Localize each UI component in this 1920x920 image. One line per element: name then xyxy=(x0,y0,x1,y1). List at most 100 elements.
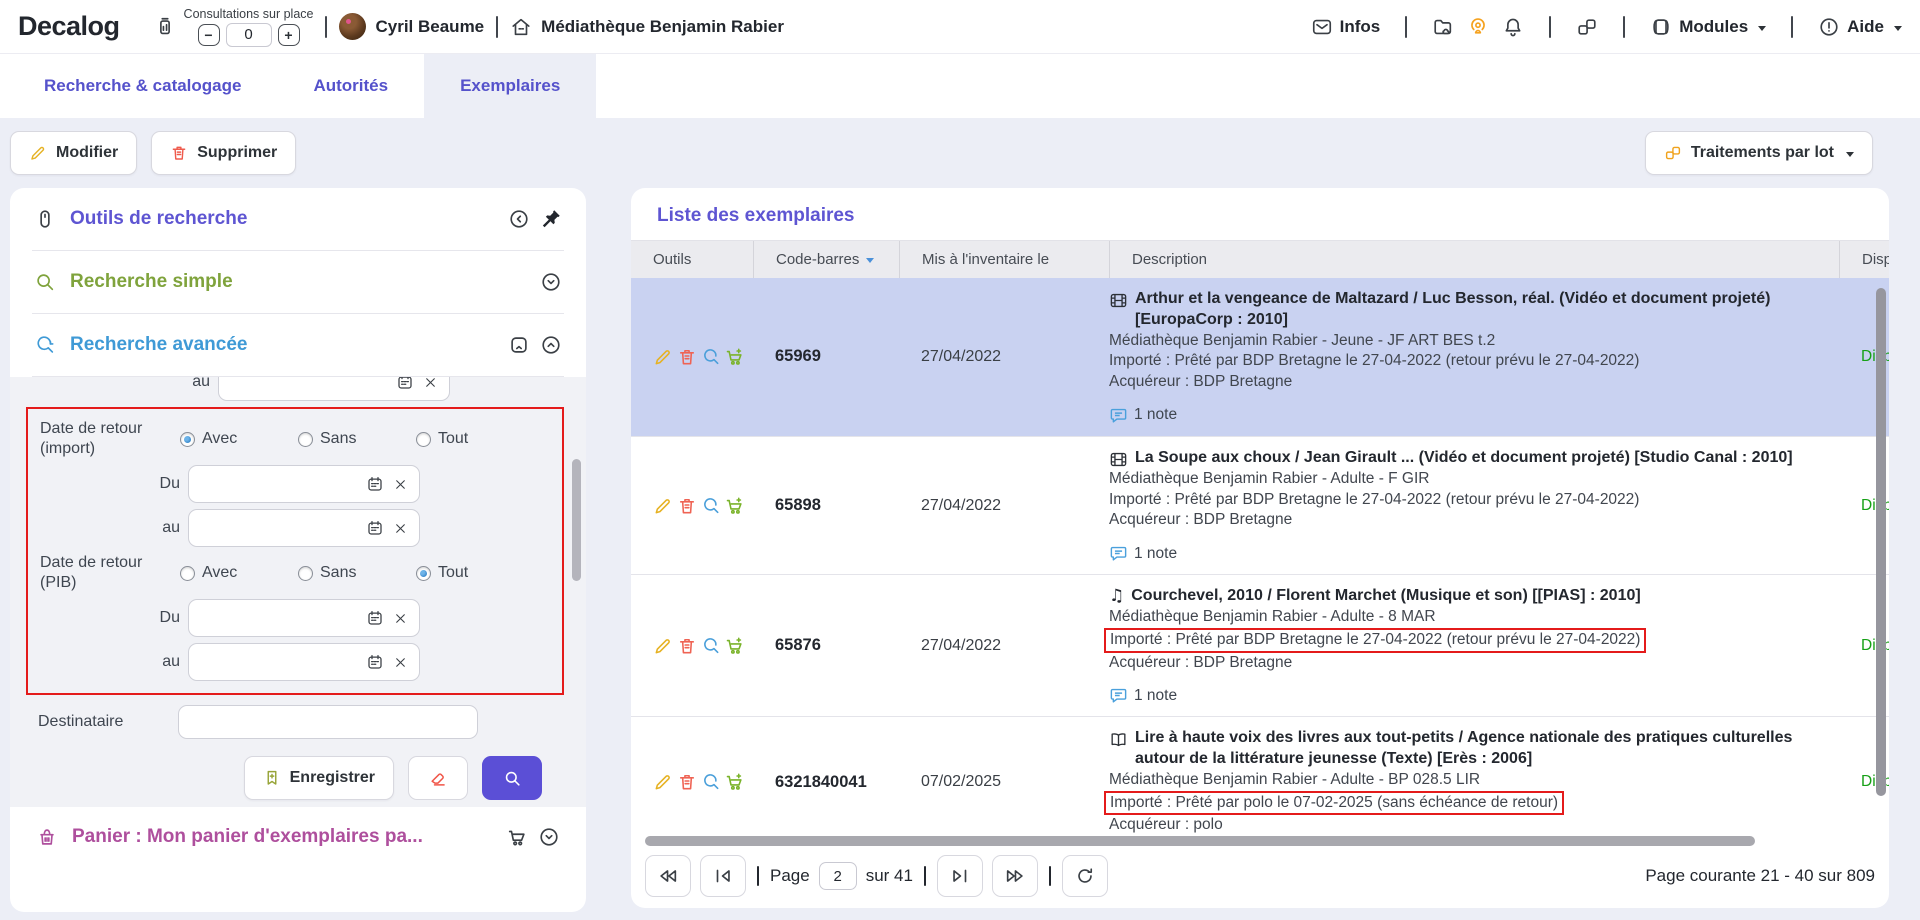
radio-avec[interactable]: Avec xyxy=(180,430,298,448)
delete-icon[interactable] xyxy=(677,347,697,367)
broadcast-icon[interactable] xyxy=(1467,16,1489,38)
next-page-button[interactable] xyxy=(937,855,983,897)
consultations-count-input[interactable] xyxy=(226,23,272,47)
trash-icon xyxy=(170,144,188,162)
enregistrer-button[interactable]: Enregistrer xyxy=(244,756,394,800)
clear-icon[interactable] xyxy=(394,612,407,625)
infos-button[interactable]: Infos xyxy=(1311,16,1381,38)
note-chip[interactable]: 1 note xyxy=(1109,544,1819,563)
recherche-avancee-header[interactable]: Recherche avancée xyxy=(10,314,586,376)
radio-avec[interactable]: Avec xyxy=(180,564,298,582)
panier-header[interactable]: Panier : Mon panier d'exemplaires pa... xyxy=(10,807,586,867)
chevron-down-icon[interactable] xyxy=(538,826,560,848)
calendar-icon[interactable] xyxy=(366,475,384,493)
column-code-barres[interactable]: Code-barres xyxy=(753,241,899,278)
date-input[interactable] xyxy=(188,465,420,503)
add-to-cart-icon[interactable] xyxy=(725,772,745,792)
folder-icon[interactable] xyxy=(1432,16,1454,38)
delete-icon[interactable] xyxy=(677,636,697,656)
search-history-icon[interactable] xyxy=(701,772,721,792)
page-number-input[interactable] xyxy=(819,862,857,890)
delete-icon[interactable] xyxy=(677,772,697,792)
consultations-plus-button[interactable]: + xyxy=(278,24,300,46)
vertical-scrollbar[interactable] xyxy=(1876,288,1886,796)
search-history-icon[interactable] xyxy=(701,347,721,367)
row-tools xyxy=(631,496,753,516)
modifier-button[interactable]: Modifier xyxy=(10,131,137,175)
pin-icon[interactable] xyxy=(540,208,562,230)
radio-sans[interactable]: Sans xyxy=(298,430,416,448)
date-input[interactable] xyxy=(188,643,420,681)
tab-exemplaires[interactable]: Exemplaires xyxy=(424,54,596,118)
note-chip[interactable]: 1 note xyxy=(1109,686,1819,705)
bookmark-square-icon[interactable] xyxy=(508,334,530,356)
table-row[interactable]: 65898 27/04/2022 La Soupe aux choux / Je… xyxy=(631,437,1889,575)
supprimer-button[interactable]: Supprimer xyxy=(151,131,296,175)
clear-icon[interactable] xyxy=(394,656,407,669)
modules-menu[interactable]: Modules xyxy=(1650,16,1766,38)
table-row[interactable]: 65969 27/04/2022 Arthur et la vengeance … xyxy=(631,278,1889,437)
edit-icon[interactable] xyxy=(653,347,673,367)
refresh-button[interactable] xyxy=(1062,855,1108,897)
add-to-cart-icon[interactable] xyxy=(725,636,745,656)
barcode: 65969 xyxy=(753,347,899,366)
chevron-up-icon[interactable] xyxy=(540,334,562,356)
aide-menu[interactable]: Aide xyxy=(1818,16,1902,38)
consultations-minus-button[interactable]: − xyxy=(198,24,220,46)
library-selector[interactable]: Médiathèque Benjamin Rabier xyxy=(510,16,784,38)
help-icon xyxy=(1818,16,1840,38)
previous-page-button[interactable] xyxy=(700,855,746,897)
radio-tout[interactable]: Tout xyxy=(416,430,534,448)
collapse-left-icon[interactable] xyxy=(508,208,530,230)
traitements-par-lot-button[interactable]: Traitements par lot xyxy=(1645,131,1873,175)
table-row[interactable]: 65876 27/04/2022 ♫Courchevel, 2010 / Flo… xyxy=(631,575,1889,717)
user-menu[interactable]: Cyril Beaume xyxy=(339,13,484,40)
inventory-date: 07/02/2025 xyxy=(899,773,1109,791)
add-to-cart-icon[interactable] xyxy=(725,347,745,367)
edit-icon[interactable] xyxy=(653,496,673,516)
bell-icon[interactable] xyxy=(1502,16,1524,38)
eraser-button[interactable] xyxy=(408,756,468,800)
date-input[interactable] xyxy=(188,599,420,637)
library-name: Médiathèque Benjamin Rabier xyxy=(541,17,784,37)
item-location: Médiathèque Benjamin Rabier - Adulte - B… xyxy=(1109,770,1819,791)
calendar-icon[interactable] xyxy=(366,519,384,537)
search-submit-button[interactable] xyxy=(482,756,542,800)
user-name: Cyril Beaume xyxy=(375,17,484,37)
actions-toolbar: Modifier Supprimer Traitements par lot xyxy=(0,118,1920,188)
calendar-icon[interactable] xyxy=(396,377,414,391)
recherche-simple-header[interactable]: Recherche simple xyxy=(10,251,586,313)
delete-icon[interactable] xyxy=(677,496,697,516)
recherche-simple-title: Recherche simple xyxy=(70,271,233,293)
note-chip[interactable]: 1 note xyxy=(1109,406,1819,425)
calendar-icon[interactable] xyxy=(366,609,384,627)
destinataire-select[interactable] xyxy=(178,705,478,739)
links-icon[interactable] xyxy=(1576,16,1598,38)
date-input[interactable] xyxy=(188,509,420,547)
edit-icon[interactable] xyxy=(653,636,673,656)
calendar-icon[interactable] xyxy=(366,653,384,671)
add-to-cart-icon[interactable] xyxy=(725,496,745,516)
note-count: 1 note xyxy=(1134,406,1177,424)
first-page-button[interactable] xyxy=(645,855,691,897)
edit-icon[interactable] xyxy=(653,772,673,792)
radio-tout[interactable]: Tout xyxy=(416,564,534,582)
date-input[interactable] xyxy=(218,377,450,401)
search-history-icon[interactable] xyxy=(701,496,721,516)
tab-autorites[interactable]: Autorités xyxy=(277,54,424,118)
sidebar-scrollbar[interactable] xyxy=(572,459,581,581)
tab-recherche-catalogage[interactable]: Recherche & catalogage xyxy=(8,54,277,118)
item-title: La Soupe aux choux / Jean Girault ... (V… xyxy=(1135,448,1793,469)
inventory-date: 27/04/2022 xyxy=(899,637,1109,655)
page-total-label: sur 41 xyxy=(866,866,913,886)
horizontal-scrollbar[interactable] xyxy=(645,836,1755,846)
clear-icon[interactable] xyxy=(394,522,407,535)
cart-icon[interactable] xyxy=(506,826,528,848)
radio-sans[interactable]: Sans xyxy=(298,564,416,582)
chevron-down-icon[interactable] xyxy=(540,271,562,293)
clear-icon[interactable] xyxy=(394,478,407,491)
last-page-button[interactable] xyxy=(992,855,1038,897)
search-history-icon[interactable] xyxy=(701,636,721,656)
table-row[interactable]: 6321840041 07/02/2025 Lire à haute voix … xyxy=(631,717,1889,836)
clear-icon[interactable] xyxy=(424,377,437,389)
